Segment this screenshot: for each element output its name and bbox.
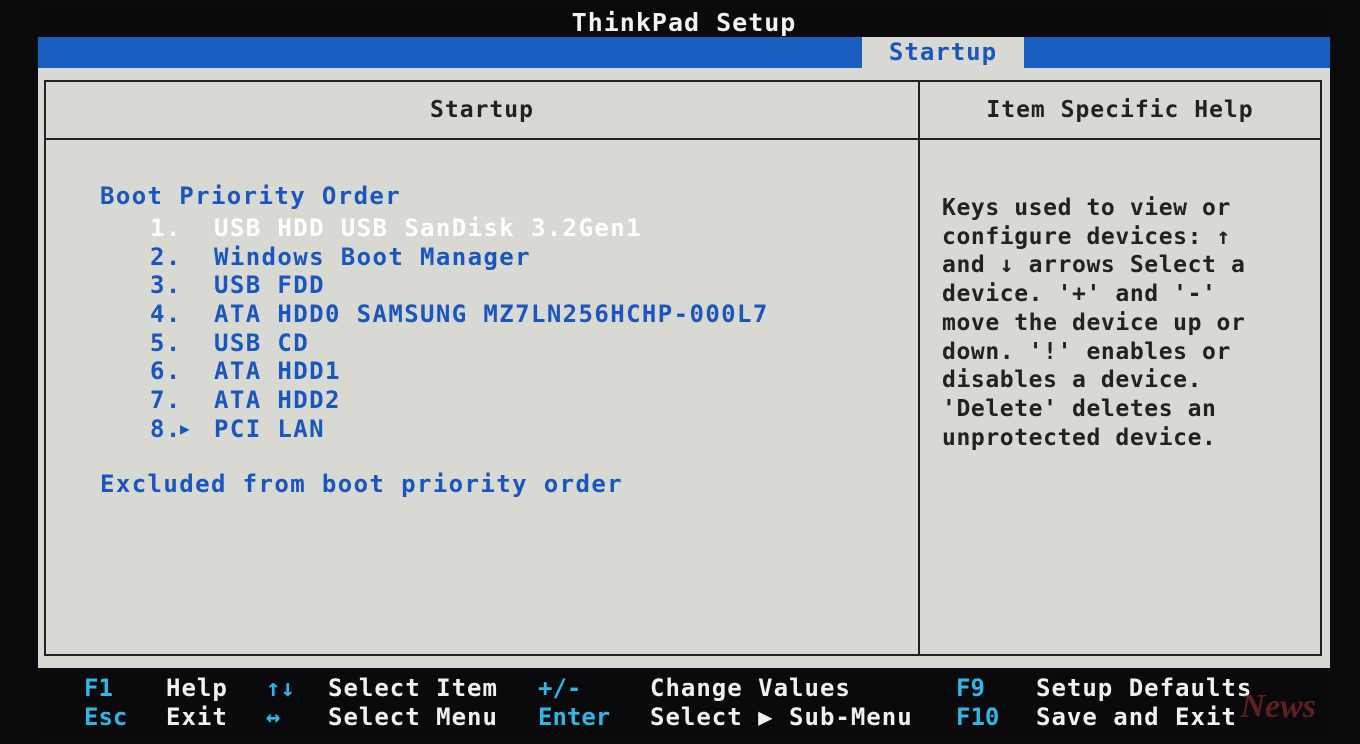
boot-item[interactable]: 2. Windows Boot Manager xyxy=(150,243,769,272)
left-panel-header: Startup xyxy=(430,97,534,123)
boot-item-number: 5. xyxy=(150,328,182,357)
boot-item[interactable]: 5. USB CD xyxy=(150,329,769,358)
boot-item-number: 4. xyxy=(150,300,182,329)
boot-item-label: ATA HDD0 SAMSUNG MZ7LN256HCHP-000L7 xyxy=(214,300,769,329)
boot-item-label: USB CD xyxy=(214,328,310,357)
key-plus-minus: +/- xyxy=(538,674,582,702)
menu-bar: Startup xyxy=(38,37,1330,68)
boot-item-label: ATA HDD2 xyxy=(214,386,341,415)
boot-item-label: USB FDD xyxy=(214,271,325,300)
help-panel-header: Item Specific Help xyxy=(986,97,1254,123)
boot-item[interactable]: 1. USB HDD USB SanDisk 3.2Gen1 xyxy=(150,214,769,243)
key-legend-footer: F1 Help ↑↓ Select Item +/- Change Values… xyxy=(38,668,1330,736)
boot-item[interactable]: 6. ATA HDD1 xyxy=(150,357,769,386)
excluded-boot-title[interactable]: Excluded from boot priority order xyxy=(100,470,623,498)
boot-item[interactable]: 4. ATA HDD0 SAMSUNG MZ7LN256HCHP-000L7 xyxy=(150,300,769,329)
boot-priority-title: Boot Priority Order xyxy=(100,182,402,210)
key-f9: F9 xyxy=(956,674,985,702)
key-enter-desc: Select ▶ Sub-Menu xyxy=(650,703,913,731)
boot-item[interactable]: 8. ▶ PCI LAN xyxy=(150,415,769,444)
boot-item-number: 3. xyxy=(150,271,182,300)
boot-item-label: USB HDD USB SanDisk 3.2Gen1 xyxy=(214,214,642,242)
boot-item-number: 1. xyxy=(150,214,182,242)
key-esc: Esc xyxy=(84,703,128,731)
boot-item-label: Windows Boot Manager xyxy=(214,242,531,271)
item-help-text: Keys used to view or configure devices: … xyxy=(942,195,1246,451)
key-up-down-desc: Select Item xyxy=(328,674,498,702)
key-enter: Enter xyxy=(538,703,611,731)
key-f10: F10 xyxy=(956,703,1000,731)
key-esc-desc: Exit xyxy=(166,703,228,731)
horizontal-divider xyxy=(46,138,1320,140)
key-f1-desc: Help xyxy=(166,674,228,702)
key-plus-minus-desc: Change Values xyxy=(650,674,851,702)
boot-item-number: 2. xyxy=(150,242,182,271)
boot-item-label: PCI LAN xyxy=(214,414,325,443)
boot-item[interactable]: 7. ATA HDD2 xyxy=(150,386,769,415)
key-left-right: ↔ xyxy=(266,703,281,731)
main-panel: Startup Item Specific Help Boot Priority… xyxy=(44,80,1322,656)
tab-startup[interactable]: Startup xyxy=(862,37,1024,68)
key-f9-desc: Setup Defaults xyxy=(1036,674,1253,702)
boot-item-label: ATA HDD1 xyxy=(214,357,341,386)
key-left-right-desc: Select Menu xyxy=(328,703,498,731)
vertical-divider xyxy=(918,82,920,654)
boot-item-number: 6. xyxy=(150,357,182,386)
key-up-down: ↑↓ xyxy=(266,674,295,702)
submenu-arrow-icon: ▶ xyxy=(180,418,192,438)
key-f10-desc: Save and Exit xyxy=(1036,703,1237,731)
boot-item-number: 7. xyxy=(150,386,182,415)
boot-item[interactable]: 3. USB FDD xyxy=(150,271,769,300)
key-f1: F1 xyxy=(84,674,113,702)
window-title: ThinkPad Setup xyxy=(38,8,1330,37)
boot-priority-list: 1. USB HDD USB SanDisk 3.2Gen1 2. Windows B… xyxy=(150,214,769,444)
bios-screen: ThinkPad Setup Startup Startup Item Spec… xyxy=(38,8,1330,736)
